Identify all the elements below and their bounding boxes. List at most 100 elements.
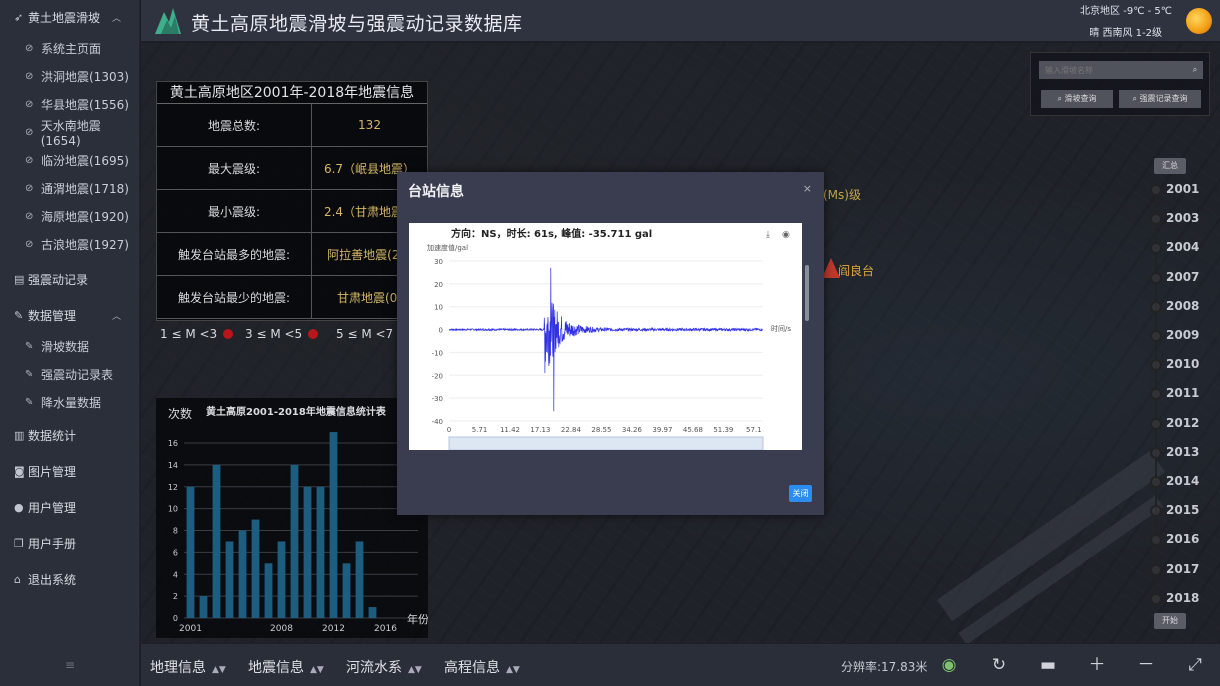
x-tick-label: 51.39 [713,426,733,434]
timeline-summary-button[interactable]: 汇总 [1154,158,1186,174]
x-tick-label: 5.71 [472,426,488,434]
sidebar-data-item-2[interactable]: ✎ 降水量数据 [0,388,139,416]
edit-icon: ✎ [25,368,34,380]
info-key: 触发台站最少的地震: [157,276,312,318]
timeline-year-label: 2014 [1166,474,1200,488]
bar-2008 [277,541,286,618]
sidebar-group-data-management[interactable]: ✎ 数据管理 ︿ [0,298,139,332]
chart-icon: ▥ [14,428,25,442]
search-icon[interactable]: ⌕ [1187,61,1203,79]
sidebar-group-users[interactable]: ● 用户管理 [0,490,139,524]
sidebar-item-label: 古浪地震(1927) [41,237,129,252]
sidebar-item-4[interactable]: ⊘ 临汾地震(1695) [0,146,139,174]
station-info-modal: 台站信息 × 方向：NS，时长: 61s, 峰值: -35.711 gal 加速度… [397,172,824,515]
close-button[interactable]: 关闭 [789,485,812,502]
y-tick-label: 4 [173,570,178,579]
sidebar-collapse-button[interactable]: ≡ [0,658,140,672]
info-panel-title: 黄土高原地区2001年-2018年地震信息 [157,82,427,104]
sidebar-item-label: 系统主页面 [41,41,102,56]
timeline-year-label: 2003 [1166,211,1200,226]
info-key: 触发台站最多的地震: [157,233,312,275]
sidebar-group-label: 强震动记录 [28,272,89,287]
menu-elevation[interactable]: 高程信息 ▲▼ [444,657,520,677]
bar-2009 [290,464,299,618]
x-tick-label: 22.84 [561,426,582,434]
sidebar-group-label: 退出系统 [28,572,77,587]
chevron-up-icon: ︿ [111,13,121,24]
resolution-readout: 分辨率:17.83米 [841,660,928,674]
zoom-out-icon[interactable]: － [1136,655,1156,675]
bar-2012 [329,432,338,618]
bar-2011 [316,486,325,618]
timeline-dot-icon [1150,388,1162,401]
menu-label: 地震信息 [248,660,304,676]
timeline-start-button[interactable]: 开始 [1154,613,1186,629]
y-tick-label: 12 [168,483,178,492]
sidebar-item-5[interactable]: ⊘ 通渭地震(1718) [0,174,139,202]
refresh-icon[interactable]: ↻ [989,655,1009,675]
sidebar-data-item-1[interactable]: ✎ 强震动记录表 [0,360,139,388]
menu-label: 高程信息 [444,660,500,676]
close-icon[interactable]: × [803,182,812,195]
sidebar-item-3[interactable]: ⊘ 天水南地震(1654) [0,118,139,148]
edit-icon: ✎ [25,396,34,408]
legend-label: 1 ≤ M <3 [160,327,218,341]
landslide-search-input[interactable] [1039,61,1187,79]
legend-item-3: 5 ≤ M <7 [336,327,393,341]
sidebar-item-label: 通渭地震(1718) [41,181,129,196]
sidebar-item-0[interactable]: ⊘ 系统主页面 [0,34,139,62]
sidebar-item-2[interactable]: ⊘ 华县地震(1556) [0,90,139,118]
sidebar-group-label: 用户管理 [28,500,77,515]
sidebar-group-manual[interactable]: ❐ 用户手册 [0,526,139,560]
strong-motion-query-button[interactable]: ⌕ 强震记录查询 [1119,90,1201,108]
timeline-year-label: 2015 [1166,503,1200,518]
sidebar-item-label: 滑坡数据 [41,339,90,354]
sidebar-group-label: 图片管理 [28,464,77,479]
y-tick-label: 0 [173,614,178,623]
y-axis-label: 次数 [168,406,192,421]
waveform-svg: 方向：NS，时长: 61s, 峰值: -35.711 gal 加速度值/gal 时间… [427,227,791,450]
sidebar-data-item-0[interactable]: ✎ 滑坡数据 [0,332,139,360]
sort-arrows-icon: ▲▼ [212,665,226,675]
download-icon: ⤓ [766,230,770,240]
database-icon: ▤ [14,272,25,286]
sidebar-item-label: 华县地震(1556) [41,97,129,112]
landslide-query-button[interactable]: ⌕ 滑坡查询 [1041,90,1113,108]
sidebar-group-loess-landslide[interactable]: ➶ 黄土地震滑坡 ︿ [0,0,139,34]
timeline-dot-icon [1150,417,1162,430]
sidebar-item-6[interactable]: ⊘ 海原地震(1920) [0,202,139,230]
legend-label: 5 ≤ M <7 [336,327,394,341]
x-tick-label: 39.97 [652,426,672,434]
sidebar-group-images[interactable]: ◙ 图片管理 [0,454,139,488]
sort-arrows-icon: ▲▼ [408,665,422,675]
sidebar-group-label: 数据管理 [28,308,77,323]
menu-earthquake-info[interactable]: 地震信息 ▲▼ [248,657,324,677]
compass-icon[interactable]: ◉ [939,655,959,675]
compass-small-icon: ⊘ [25,182,34,194]
sidebar-group-strong-motion[interactable]: ▤ 强震动记录 [0,262,139,296]
x-tick-label: 2012 [322,624,345,634]
fullscreen-icon[interactable]: ⤢ [1185,655,1205,675]
magnitude-legend: 1 ≤ M <3 3 ≤ M <5 5 ≤ M <7 [160,327,410,345]
sidebar-group-statistics[interactable]: ▥ 数据统计 [0,418,139,452]
menu-rivers[interactable]: 河流水系 ▲▼ [346,657,422,677]
info-row: 地震总数: 132 [157,104,427,147]
sidebar-item-label: 洪洞地震(1303) [41,69,129,84]
x-tick-label: 34.26 [622,426,643,434]
sidebar-item-label: 临汾地震(1695) [41,153,129,168]
ruler-icon[interactable]: ▬ [1038,655,1058,675]
bar-2015 [368,607,377,618]
edit-icon: ✎ [14,308,24,322]
menu-geo-info[interactable]: 地理信息 ▲▼ [150,657,226,677]
sidebar-item-1[interactable]: ⊘ 洪洞地震(1303) [0,62,139,90]
sidebar-group-logout[interactable]: ⌂ 退出系统 [0,562,139,596]
home-icon: ⌂ [14,572,21,586]
map-label-magnitude: (Ms)级 [823,188,861,202]
menu-label: 河流水系 [346,660,402,676]
zoom-in-icon[interactable]: ＋ [1087,655,1107,675]
sidebar-group-label: 用户手册 [28,536,77,551]
red-dot-icon [308,329,319,339]
y-tick-label: 0 [439,327,443,335]
sidebar-item-7[interactable]: ⊘ 古浪地震(1927) [0,230,139,258]
modal-scrollbar[interactable] [805,265,809,321]
